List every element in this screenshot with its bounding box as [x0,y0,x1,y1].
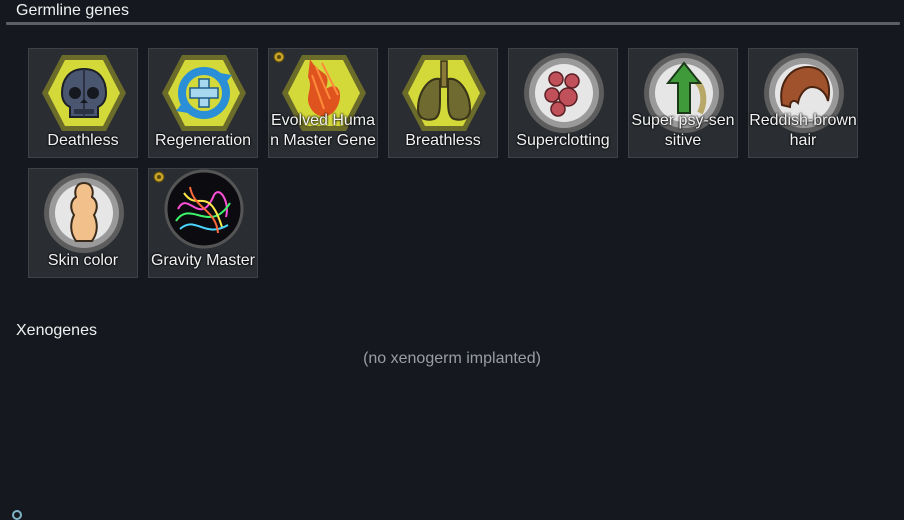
no-xenogerm-note: (no xenogerm implanted) [363,350,541,367]
skin-figure-icon [44,173,124,253]
blood-cells-icon [524,53,604,133]
section-divider [6,22,900,25]
gene-tile-superclotting[interactable]: Superclotting [508,48,618,158]
gene-tile-breathless[interactable]: Breathless [388,48,498,158]
gene-label: Super psy-sensitive [631,112,735,149]
gene-label: Deathless [47,132,119,149]
gene-tile-super-psy-sensitive[interactable]: Super psy-sensitive [628,48,738,158]
gene-label: Reddish-brown hair [749,112,857,149]
gene-label: Skin color [47,252,119,269]
gene-label: Breathless [405,132,481,149]
lungs-icon [402,55,486,131]
regeneration-arrows-icon [162,55,246,131]
gene-label: Gravity Master [150,252,255,269]
xenogenes-title: Xenogenes [16,322,97,339]
gene-tile-reddish-brown-hair[interactable]: Reddish-brown hair [748,48,858,158]
gene-tile-gravity-master[interactable]: Gravity Master [148,168,258,278]
gene-label: Evolved Human Master Gene [270,112,376,149]
gene-tile-deathless[interactable]: Deathless [28,48,138,158]
gene-label: Superclotting [516,132,610,149]
gene-tile-regeneration[interactable]: Regeneration [148,48,258,158]
germline-title: Germline genes [16,2,129,19]
gene-label: Regeneration [154,132,252,149]
gene-tile-evolved-human-master-gene[interactable]: Evolved Human Master Gene [268,48,378,158]
status-indicator [12,510,22,520]
gravity-orb-icon [164,169,244,249]
skull-icon [42,55,126,131]
gene-tile-skin-color[interactable]: Skin color [28,168,138,278]
